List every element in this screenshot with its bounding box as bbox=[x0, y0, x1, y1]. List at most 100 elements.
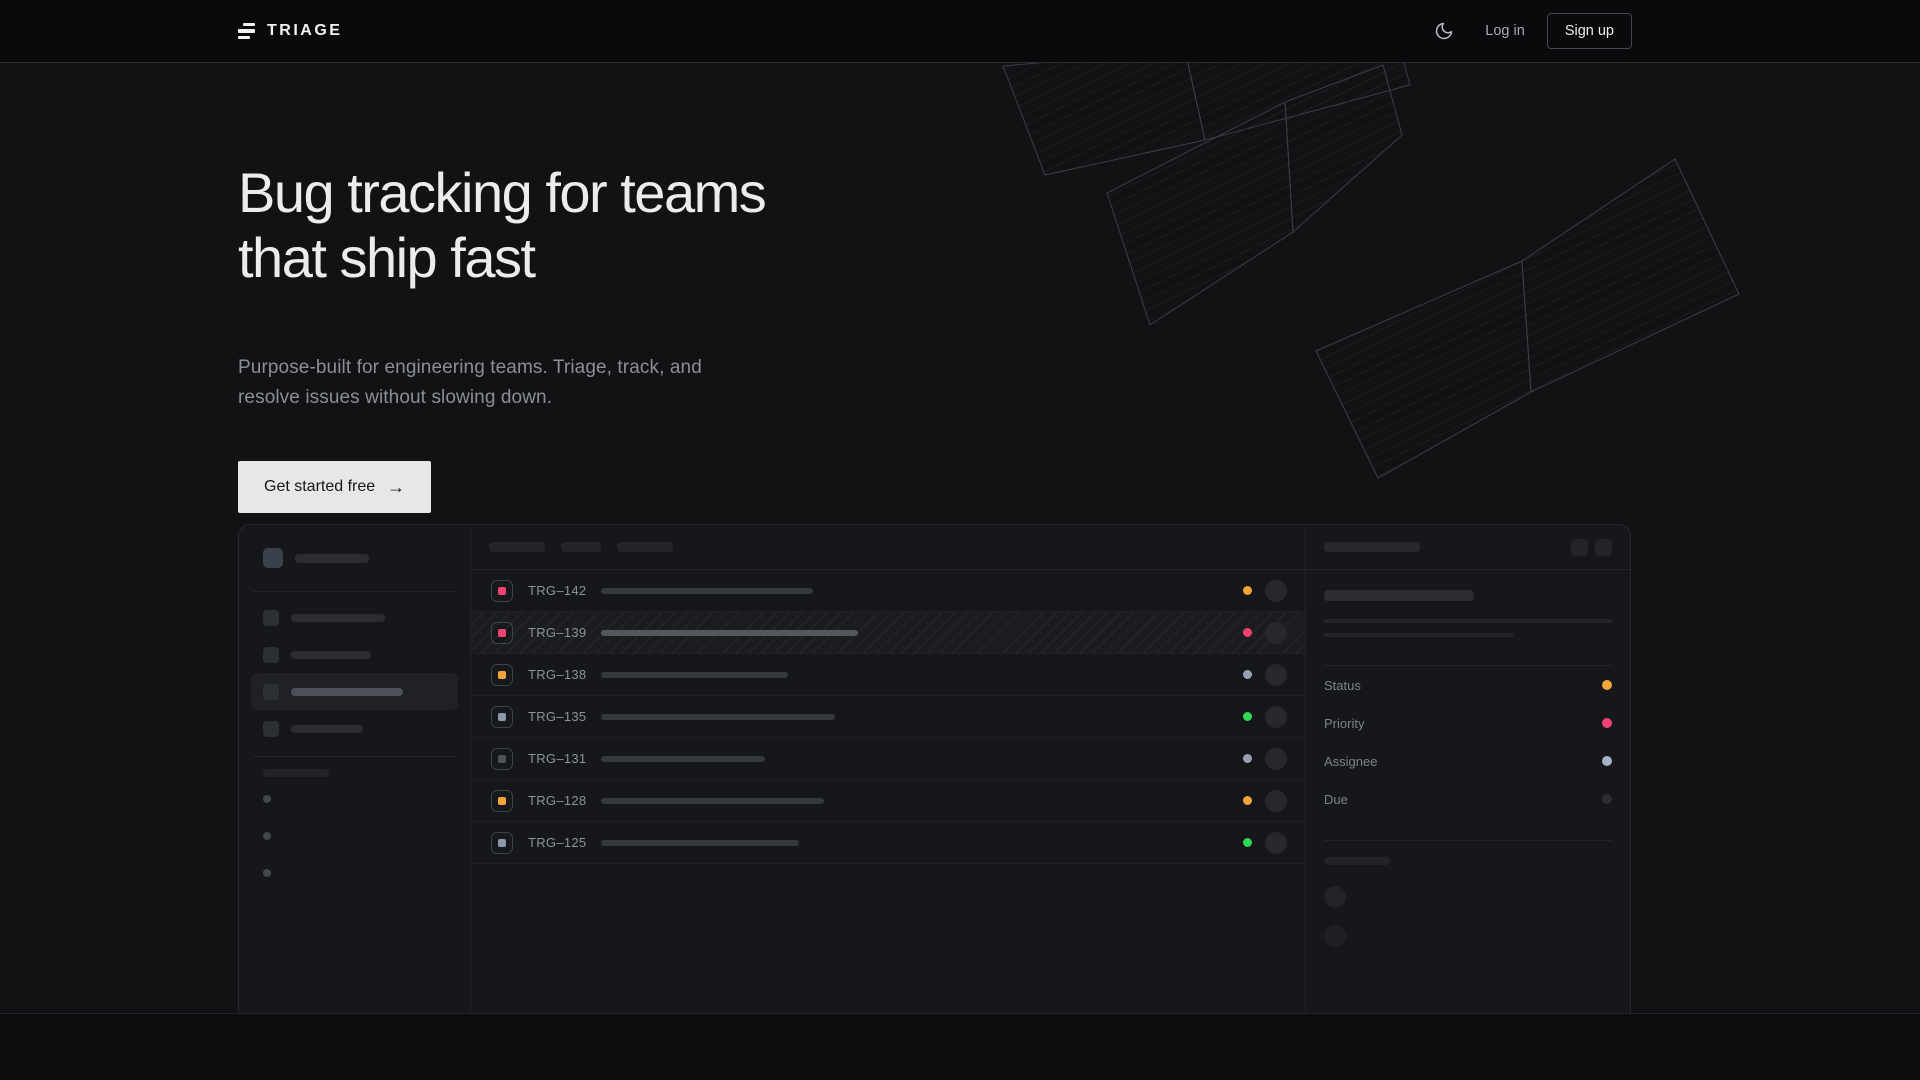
panel-action-icon bbox=[1571, 539, 1588, 556]
skeleton-issue-title bbox=[601, 714, 835, 720]
dot bbox=[263, 832, 271, 840]
issue-id: TRG–135 bbox=[528, 709, 588, 724]
issue-row: TRG–142 bbox=[471, 570, 1305, 612]
issue-id: TRG–138 bbox=[528, 667, 588, 682]
title-line-2: that ship fast bbox=[238, 226, 765, 291]
app-mockup: TRG–142 TRG–139 TRG–138 TRG–135 bbox=[238, 524, 1631, 1013]
triage-logo-icon bbox=[238, 23, 255, 40]
cta-label: Get started free bbox=[264, 478, 375, 496]
sidebar-item-active bbox=[251, 673, 458, 710]
hero-section: Bug tracking for teams that ship fast Pu… bbox=[0, 63, 1920, 1013]
sidebar-item bbox=[251, 636, 458, 673]
divider bbox=[1324, 840, 1612, 841]
status-value-dot bbox=[1602, 680, 1612, 690]
detail-panel-header bbox=[1306, 525, 1630, 570]
issue-id: TRG–142 bbox=[528, 583, 588, 598]
issue-type-icon bbox=[491, 832, 513, 854]
page-title: Bug tracking for teams that ship fast bbox=[238, 161, 765, 291]
brand-name: TRIAGE bbox=[267, 22, 342, 40]
divider bbox=[253, 756, 456, 757]
skeleton-bar bbox=[291, 725, 363, 733]
arrow-right-icon: → bbox=[387, 477, 405, 498]
issue-type-icon bbox=[491, 580, 513, 602]
assignee-avatar bbox=[1265, 622, 1287, 644]
skeleton-issue-title bbox=[601, 588, 813, 594]
theme-toggle-button[interactable] bbox=[1434, 21, 1454, 41]
skeleton-tab bbox=[489, 542, 545, 552]
nav-icon bbox=[263, 610, 279, 626]
issue-detail-panel: Status Priority Assignee Due bbox=[1306, 525, 1630, 1013]
assignee-avatar bbox=[1265, 748, 1287, 770]
sidebar-nav bbox=[239, 592, 470, 747]
issue-id: TRG–125 bbox=[528, 835, 588, 850]
status-dot bbox=[1243, 628, 1252, 637]
skeleton-issue-title bbox=[601, 672, 788, 678]
skeleton-issue-heading bbox=[1324, 590, 1474, 601]
login-link[interactable]: Log in bbox=[1485, 23, 1525, 39]
issue-id: TRG–139 bbox=[528, 625, 588, 640]
status-dot bbox=[1243, 838, 1252, 847]
due-value-dot bbox=[1602, 794, 1612, 804]
skeleton-bar bbox=[291, 688, 403, 696]
nav-actions: Log in Sign up bbox=[1434, 13, 1632, 49]
property-label: Priority bbox=[1324, 716, 1364, 731]
title-line-1: Bug tracking for teams bbox=[238, 161, 765, 226]
property-row: Priority bbox=[1324, 704, 1612, 742]
activity-avatars bbox=[1324, 886, 1612, 947]
issue-id: TRG–128 bbox=[528, 793, 588, 808]
skeleton-issue-title bbox=[601, 798, 824, 804]
status-dot bbox=[1243, 586, 1252, 595]
issue-row: TRG–135 bbox=[471, 696, 1305, 738]
brand: TRIAGE bbox=[238, 22, 342, 40]
skeleton-issue-title bbox=[601, 630, 858, 636]
issue-row-selected: TRG–139 bbox=[471, 612, 1305, 654]
issue-row: TRG–125 bbox=[471, 822, 1305, 864]
issue-row: TRG–128 bbox=[471, 780, 1305, 822]
skeleton-text-line bbox=[1324, 633, 1514, 637]
assignee-value-dot bbox=[1602, 756, 1612, 766]
get-started-button[interactable]: Get started free → bbox=[238, 461, 431, 513]
assignee-avatar bbox=[1265, 580, 1287, 602]
status-dot bbox=[1243, 796, 1252, 805]
panel-action-icon bbox=[1595, 539, 1612, 556]
signup-button[interactable]: Sign up bbox=[1547, 13, 1632, 49]
issue-id: TRG–131 bbox=[528, 751, 588, 766]
priority-value-dot bbox=[1602, 718, 1612, 728]
nav-icon bbox=[263, 647, 279, 663]
issue-row: TRG–138 bbox=[471, 654, 1305, 696]
assignee-avatar bbox=[1265, 790, 1287, 812]
wireframe-graphic bbox=[970, 63, 1770, 513]
property-label: Status bbox=[1324, 678, 1361, 693]
issue-type-icon bbox=[491, 748, 513, 770]
detail-panel-body: Status Priority Assignee Due bbox=[1306, 570, 1630, 947]
skeleton-tab bbox=[561, 542, 601, 552]
issue-type-icon bbox=[491, 706, 513, 728]
skeleton-text-line bbox=[1324, 619, 1612, 623]
skeleton-issue-title bbox=[601, 756, 765, 762]
skeleton-issue-title bbox=[601, 840, 799, 846]
skeleton-tab bbox=[617, 542, 673, 552]
footer bbox=[0, 1013, 1920, 1080]
issue-list: TRG–142 TRG–139 TRG–138 TRG–135 bbox=[471, 525, 1306, 1013]
skeleton-bar bbox=[295, 554, 369, 563]
skeleton-bar bbox=[291, 614, 385, 622]
sidebar-dots bbox=[239, 777, 470, 877]
sidebar-item bbox=[251, 710, 458, 747]
avatar bbox=[1324, 886, 1346, 908]
avatar bbox=[1324, 925, 1346, 947]
property-row: Status bbox=[1324, 666, 1612, 704]
nav-icon bbox=[263, 721, 279, 737]
skeleton-bar bbox=[1324, 542, 1420, 552]
workspace-switcher bbox=[239, 525, 470, 568]
skeleton-bar bbox=[291, 651, 371, 659]
issue-type-icon bbox=[491, 622, 513, 644]
workspace-avatar bbox=[263, 548, 283, 568]
issue-row: TRG–131 bbox=[471, 738, 1305, 780]
moon-icon bbox=[1434, 21, 1454, 41]
property-row: Due bbox=[1324, 780, 1612, 818]
issue-type-icon bbox=[491, 790, 513, 812]
issue-type-icon bbox=[491, 664, 513, 686]
mockup-sidebar bbox=[239, 525, 471, 1013]
dot bbox=[263, 795, 271, 803]
hero-subtitle: Purpose-built for engineering teams. Tri… bbox=[238, 353, 720, 414]
